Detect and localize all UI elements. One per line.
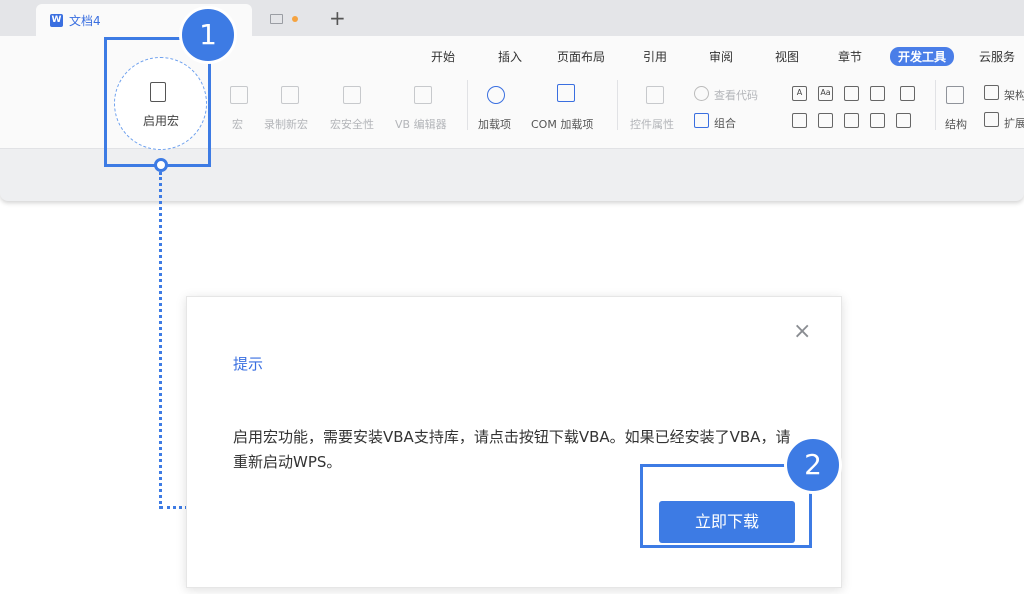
ribbon-separator (467, 80, 468, 130)
addins-button[interactable]: 加载项 (478, 116, 511, 132)
menu-start[interactable]: 开始 (431, 48, 455, 65)
checkbox-control-icon[interactable] (900, 86, 915, 101)
connector-anchor-dot (154, 158, 168, 172)
enable-macro-highlight[interactable] (114, 57, 207, 150)
list-control-icon[interactable] (818, 113, 833, 128)
picture-control-icon[interactable] (844, 86, 859, 101)
com-addins-button[interactable]: COM 加载项 (531, 116, 593, 132)
date-control-icon[interactable] (844, 113, 859, 128)
unsaved-dot-icon (292, 16, 298, 22)
expand-icon (984, 112, 999, 127)
control-properties-button[interactable]: 控件属性 (630, 116, 674, 132)
ribbon-separator (617, 80, 618, 130)
dialog-title: 提示 (233, 355, 264, 373)
macro-icon (230, 86, 248, 104)
textbox-control-icon[interactable]: A (792, 86, 807, 101)
step-badge-1: 1 (179, 6, 237, 64)
group-icon (694, 113, 709, 128)
structure-icon (946, 86, 964, 104)
menu-review[interactable]: 审阅 (709, 48, 733, 65)
block-control-icon[interactable] (870, 113, 885, 128)
record-macro-button[interactable]: 录制新宏 (264, 116, 308, 132)
menu-view[interactable]: 视图 (775, 48, 799, 65)
tab-bar: W 文档4 + (0, 0, 1024, 36)
enable-macro-icon (150, 82, 166, 102)
step-badge-2: 2 (784, 436, 842, 494)
vb-editor-button[interactable]: VB 编辑器 (395, 116, 447, 132)
close-icon[interactable]: × (793, 319, 811, 344)
menu-chapter[interactable]: 章节 (838, 48, 862, 65)
view-code-button[interactable]: 查看代码 (714, 87, 758, 103)
vb-editor-icon (414, 86, 432, 104)
macro-security-button[interactable]: 宏安全性 (330, 116, 374, 132)
menu-page-layout[interactable]: 页面布局 (557, 48, 605, 65)
record-macro-icon (281, 86, 299, 104)
image-control-icon[interactable] (870, 86, 885, 101)
macro-button[interactable]: 宏 (232, 116, 243, 132)
enable-macro-button[interactable]: 启用宏 (143, 112, 179, 129)
com-addin-icon (557, 84, 575, 102)
expand-button[interactable]: 扩展 (1004, 115, 1024, 131)
menu-developer-tools[interactable]: 开发工具 (890, 47, 955, 66)
menu-insert[interactable]: 插入 (498, 48, 522, 65)
wps-writer-icon: W (50, 14, 63, 27)
frame-icon (984, 85, 999, 100)
frame-button[interactable]: 架构 (1004, 87, 1024, 103)
combo-control-icon[interactable] (792, 113, 807, 128)
search-icon (694, 86, 709, 101)
legacy-control-icon[interactable] (896, 113, 911, 128)
menu-cloud-service[interactable]: 云服务 (979, 48, 1015, 65)
document-tab-title: 文档4 (69, 14, 101, 28)
menu-references[interactable]: 引用 (643, 48, 667, 65)
ribbon-separator (935, 80, 936, 130)
rich-text-control-icon[interactable]: Aa (818, 86, 833, 101)
connector-line-vertical (159, 172, 162, 509)
gear-icon (487, 86, 505, 104)
macro-security-icon (343, 86, 361, 104)
control-properties-icon (646, 86, 664, 104)
group-button[interactable]: 组合 (714, 115, 736, 131)
new-tab-button[interactable]: + (329, 6, 346, 30)
structure-button[interactable]: 结构 (945, 116, 967, 132)
monitor-icon[interactable] (270, 14, 283, 24)
